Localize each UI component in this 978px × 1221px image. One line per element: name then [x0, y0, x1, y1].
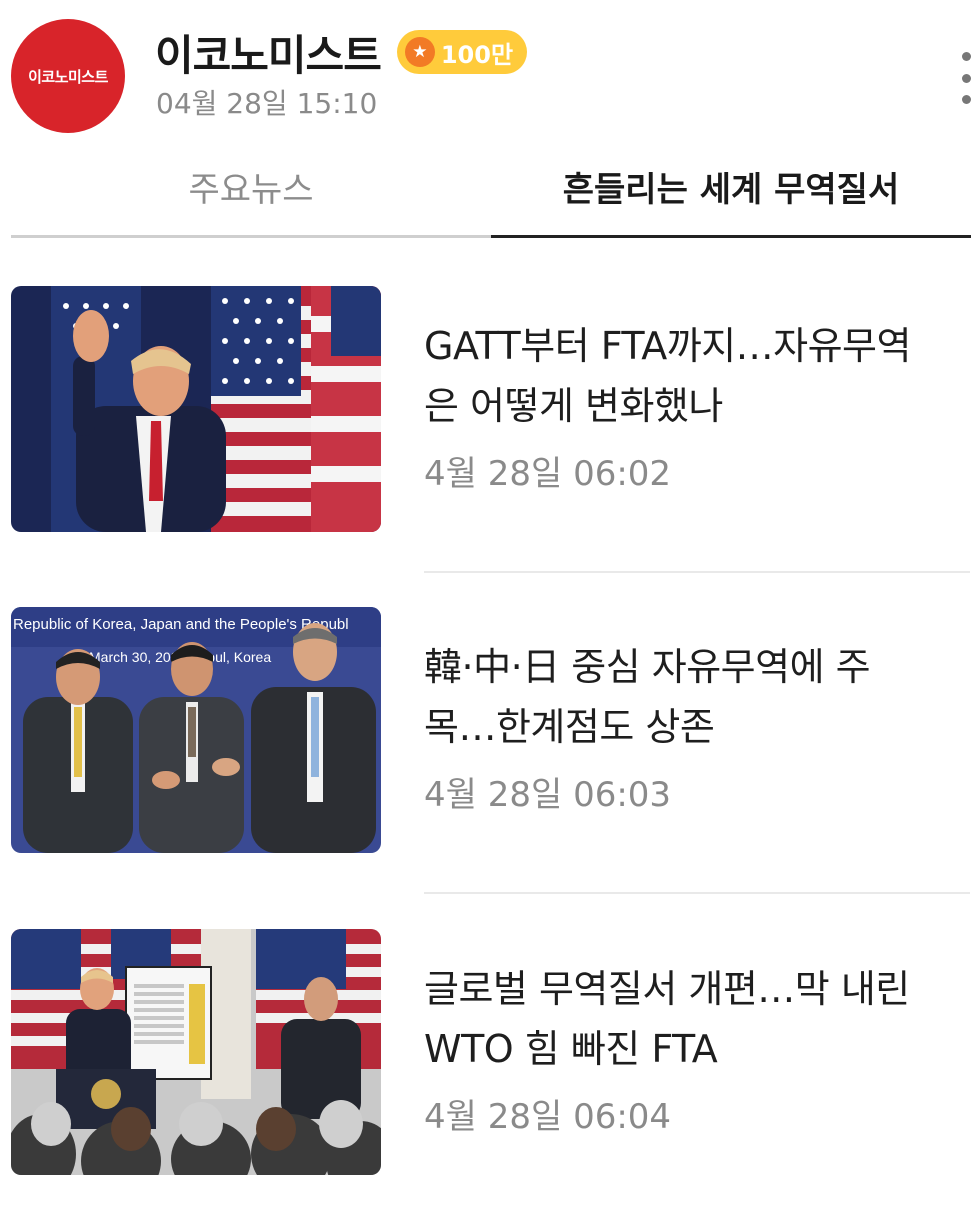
article-title[interactable]: 韓·中·日 중심 자유무역에 주목…한계점도 상존: [424, 637, 924, 757]
tab-main-news[interactable]: 주요뉴스: [11, 150, 491, 238]
tab-world-trade-order[interactable]: 흔들리는 세계 무역질서: [491, 150, 971, 238]
channel-title-row: 이코노미스트 ★ 100만: [155, 22, 528, 83]
channel-header: 이코노미스트 이코노미스트 ★ 100만 04월 28일 15:10: [0, 0, 978, 150]
post-timestamp: 04월 28일 15:10: [156, 87, 378, 120]
subscriber-count: 100만: [440, 40, 514, 69]
thumbnail-image-podium-speech: [11, 929, 381, 1175]
article-date: 4월 28일 06:03: [424, 775, 672, 815]
article-item[interactable]: 글로벌 무역질서 개편…막 내린 WTO 힘 빠진 FTA 4월 28일 06:…: [11, 929, 971, 1175]
divider: [424, 571, 970, 573]
channel-logo[interactable]: 이코노미스트: [11, 19, 125, 133]
article-item[interactable]: Republic of Korea, Japan and the People'…: [11, 607, 971, 853]
article-item[interactable]: GATT부터 FTA까지…자유무역은 어떻게 변화했나 4월 28일 06:02: [11, 286, 971, 532]
image-banner-text: Republic of Korea, Japan and the People'…: [13, 616, 349, 633]
article-thumbnail[interactable]: Republic of Korea, Japan and the People'…: [11, 607, 381, 853]
tab-label: 흔들리는 세계 무역질서: [562, 170, 900, 210]
divider: [424, 892, 970, 894]
article-thumbnail[interactable]: [11, 286, 381, 532]
thumbnail-image-waving-man: [11, 286, 381, 532]
article-date: 4월 28일 06:04: [424, 1097, 672, 1137]
tab-bar: 주요뉴스 흔들리는 세계 무역질서: [11, 150, 971, 240]
article-date: 4월 28일 06:02: [424, 454, 672, 494]
channel-logo-text: 이코노미스트: [28, 67, 108, 86]
article-thumbnail[interactable]: [11, 929, 381, 1175]
channel-name[interactable]: 이코노미스트: [155, 22, 382, 83]
more-vertical-icon[interactable]: [954, 52, 978, 104]
subscriber-badge: ★ 100만: [396, 30, 528, 74]
article-title[interactable]: GATT부터 FTA까지…자유무역은 어떻게 변화했나: [424, 316, 924, 436]
news-channel-page: 이코노미스트 이코노미스트 ★ 100만 04월 28일 15:10 주요뉴스 …: [0, 0, 978, 1221]
article-title[interactable]: 글로벌 무역질서 개편…막 내린 WTO 힘 빠진 FTA: [424, 959, 924, 1079]
thumbnail-image-handshake: Republic of Korea, Japan and the People'…: [11, 607, 381, 853]
star-icon: ★: [404, 37, 435, 67]
tab-label: 주요뉴스: [188, 170, 314, 210]
